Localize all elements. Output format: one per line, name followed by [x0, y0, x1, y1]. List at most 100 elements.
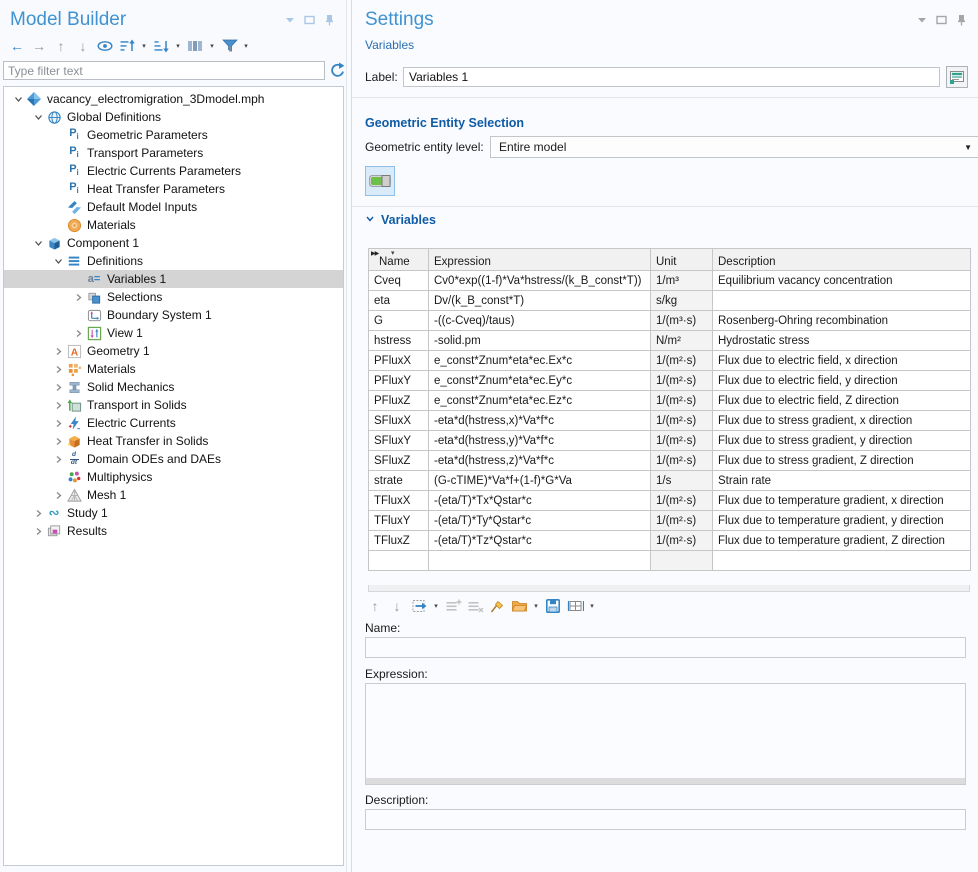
description-cell[interactable]: [713, 551, 971, 571]
description-cell[interactable]: Flux due to electric field, y direction: [713, 371, 971, 391]
column-header-expression[interactable]: Expression: [429, 249, 651, 271]
dropdown-caret-icon[interactable]: ▾: [532, 602, 540, 610]
column-header-unit[interactable]: Unit: [651, 249, 713, 271]
show-more-options-icon[interactable]: [946, 66, 968, 88]
chevron-collapsed-icon[interactable]: [30, 527, 46, 536]
tree-item-mesh-1[interactable]: Mesh 1: [4, 486, 343, 504]
tree-item-geometric-parameters[interactable]: PiGeometric Parameters: [4, 126, 343, 144]
tree-item-materials[interactable]: Materials: [4, 216, 343, 234]
chevron-collapsed-icon[interactable]: [50, 491, 66, 500]
chevron-collapsed-icon[interactable]: [50, 419, 66, 428]
node-columns-icon[interactable]: [186, 37, 204, 55]
expression-cell[interactable]: Dv/(k_B_const*T): [429, 291, 651, 311]
tree-item-definitions[interactable]: Definitions: [4, 252, 343, 270]
load-folder-icon[interactable]: [510, 597, 528, 615]
tree-item-multiphysics[interactable]: Multiphysics: [4, 468, 343, 486]
unit-cell[interactable]: 1/(m²·s): [651, 511, 713, 531]
chevron-expanded-icon[interactable]: [30, 239, 46, 248]
table-row[interactable]: G-((c-Cveq)/taus)1/(m³·s)Rosenberg-Ohrin…: [369, 311, 971, 331]
table-hscrollbar[interactable]: [368, 585, 970, 592]
expression-cell[interactable]: -(eta/T)*Ty*Qstar*c: [429, 511, 651, 531]
chevron-collapsed-icon[interactable]: [50, 383, 66, 392]
table-row[interactable]: [369, 551, 971, 571]
pin-icon[interactable]: [323, 13, 336, 26]
unit-cell[interactable]: N/m²: [651, 331, 713, 351]
show-eye-icon[interactable]: [96, 37, 114, 55]
tree-item-variables-1[interactable]: a=Variables 1: [4, 270, 343, 288]
expression-cell[interactable]: -((c-Cveq)/taus): [429, 311, 651, 331]
tree-item-study-1[interactable]: ∾Study 1: [4, 504, 343, 522]
table-row[interactable]: CveqCv0*exp((1-f)*Va*hstress/(k_B_const*…: [369, 271, 971, 291]
name-cell[interactable]: SFluxZ: [369, 451, 429, 471]
table-row[interactable]: etaDv/(k_B_const*T)s/kg: [369, 291, 971, 311]
name-cell[interactable]: [369, 551, 429, 571]
name-cell[interactable]: hstress: [369, 331, 429, 351]
unit-cell[interactable]: 1/s: [651, 471, 713, 491]
table-row[interactable]: TFluxY-(eta/T)*Ty*Qstar*c1/(m²·s)Flux du…: [369, 511, 971, 531]
description-cell[interactable]: Flux due to electric field, Z direction: [713, 391, 971, 411]
tree-item-materials[interactable]: Materials: [4, 360, 343, 378]
name-cell[interactable]: PFluxZ: [369, 391, 429, 411]
unit-cell[interactable]: 1/(m²·s): [651, 451, 713, 471]
tree-item-electric-currents-parameters[interactable]: PiElectric Currents Parameters: [4, 162, 343, 180]
name-cell[interactable]: TFluxY: [369, 511, 429, 531]
name-cell[interactable]: SFluxX: [369, 411, 429, 431]
chevron-expanded-icon[interactable]: [10, 95, 26, 104]
table-row[interactable]: TFluxX-(eta/T)*Tx*Qstar*c1/(m²·s)Flux du…: [369, 491, 971, 511]
expression-cell[interactable]: -eta*d(hstress,y)*Va*f*c: [429, 431, 651, 451]
column-header-description[interactable]: Description: [713, 249, 971, 271]
expression-cell[interactable]: [429, 551, 651, 571]
tree-item-default-model-inputs[interactable]: Default Model Inputs: [4, 198, 343, 216]
expression-cell[interactable]: -eta*d(hstress,z)*Va*f*c: [429, 451, 651, 471]
clear-broom-icon[interactable]: [488, 597, 506, 615]
chevron-collapsed-icon[interactable]: [70, 329, 86, 338]
unit-cell[interactable]: 1/(m²·s): [651, 431, 713, 451]
name-cell[interactable]: strate: [369, 471, 429, 491]
table-row[interactable]: SFluxZ-eta*d(hstress,z)*Va*f*c1/(m²·s)Fl…: [369, 451, 971, 471]
unit-cell[interactable]: 1/(m²·s): [651, 371, 713, 391]
tree-item-domain-odes-and-daes[interactable]: ddtDomain ODEs and DAEs: [4, 450, 343, 468]
pin-icon[interactable]: [955, 13, 968, 26]
name-cell[interactable]: G: [369, 311, 429, 331]
tree-item-transport-in-solids[interactable]: Transport in Solids: [4, 396, 343, 414]
unit-cell[interactable]: [651, 551, 713, 571]
expression-cell[interactable]: -eta*d(hstress,x)*Va*f*c: [429, 411, 651, 431]
dropdown-caret-icon[interactable]: ▾: [242, 42, 250, 50]
tree-item-heat-transfer-in-solids[interactable]: Heat Transfer in Solids: [4, 432, 343, 450]
expression-cell[interactable]: e_const*Znum*eta*ec.Ex*c: [429, 351, 651, 371]
unit-cell[interactable]: 1/(m²·s): [651, 351, 713, 371]
chevron-collapsed-icon[interactable]: [50, 347, 66, 356]
name-cell[interactable]: eta: [369, 291, 429, 311]
description-cell[interactable]: Flux due to temperature gradient, y dire…: [713, 511, 971, 531]
description-cell[interactable]: Equilibrium vacancy concentration: [713, 271, 971, 291]
chevron-collapsed-icon[interactable]: [50, 437, 66, 446]
tree-item-transport-parameters[interactable]: PiTransport Parameters: [4, 144, 343, 162]
tree-item-solid-mechanics[interactable]: Solid Mechanics: [4, 378, 343, 396]
dropdown-caret-icon[interactable]: ▾: [588, 602, 596, 610]
name-cell[interactable]: TFluxZ: [369, 531, 429, 551]
name-input[interactable]: [366, 638, 965, 657]
name-cell[interactable]: PFluxY: [369, 371, 429, 391]
unit-cell[interactable]: 1/(m³·s): [651, 311, 713, 331]
description-cell[interactable]: Strain rate: [713, 471, 971, 491]
name-cell[interactable]: SFluxY: [369, 431, 429, 451]
expression-cell[interactable]: -solid.pm: [429, 331, 651, 351]
unit-cell[interactable]: 1/(m²·s): [651, 411, 713, 431]
filter-input[interactable]: [3, 61, 325, 80]
tree-item-vacancy-electromigration-3dmodel-mph[interactable]: vacancy_electromigration_3Dmodel.mph: [4, 90, 343, 108]
settings-breadcrumb[interactable]: Variables: [365, 38, 414, 52]
dropdown-caret-icon[interactable]: ▾: [208, 42, 216, 50]
table-row[interactable]: PFluxXe_const*Znum*eta*ec.Ex*c1/(m²·s)Fl…: [369, 351, 971, 371]
float-window-icon[interactable]: [935, 13, 948, 26]
description-cell[interactable]: Flux due to stress gradient, Z direction: [713, 451, 971, 471]
collapse-tree-icon[interactable]: [118, 37, 136, 55]
expression-cell[interactable]: e_const*Znum*eta*ec.Ey*c: [429, 371, 651, 391]
unit-cell[interactable]: 1/(m²·s): [651, 391, 713, 411]
chevron-expanded-icon[interactable]: [30, 113, 46, 122]
tree-item-heat-transfer-parameters[interactable]: PiHeat Transfer Parameters: [4, 180, 343, 198]
table-cell-settings-icon[interactable]: [566, 597, 584, 615]
back-arrow-icon[interactable]: ←: [8, 37, 26, 55]
expand-tree-icon[interactable]: [152, 37, 170, 55]
description-input[interactable]: [366, 810, 965, 829]
expression-input[interactable]: [366, 684, 965, 784]
